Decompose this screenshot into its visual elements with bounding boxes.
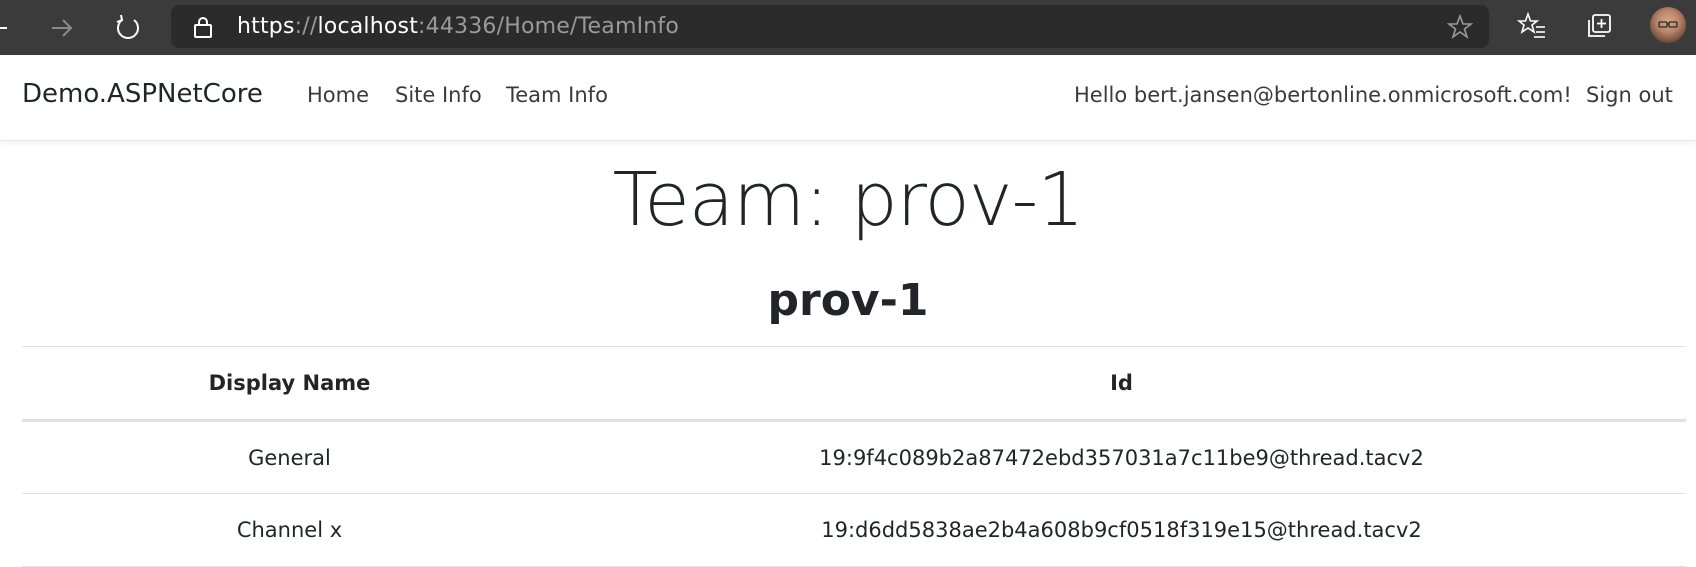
url-path: :44336/Home/TeamInfo [418, 14, 680, 39]
brand-link[interactable]: Demo.ASPNetCore [22, 79, 263, 109]
back-arrow-icon [0, 27, 7, 29]
column-header-display-name: Display Name [22, 346, 557, 422]
nav-link-home[interactable]: Home [307, 83, 369, 107]
forward-arrow-icon [52, 19, 73, 37]
user-greeting: Hello bert.jansen@bertonline.onmicrosoft… [1074, 83, 1572, 107]
main-content: Team: prov-1 prov-1 Display Name Id Gene… [0, 141, 1696, 567]
avatar-face-icon [1658, 21, 1678, 28]
page-title: Team: prov-1 [612, 157, 1085, 243]
collections-icon [1588, 14, 1611, 37]
nav-link-team-info[interactable]: Team Info [506, 83, 608, 107]
favorite-star-icon[interactable] [1447, 14, 1473, 40]
channel-display-name: Channel x [22, 493, 557, 567]
url-scheme: https [237, 14, 295, 39]
forward-button[interactable] [42, 8, 82, 48]
column-header-id: Id [557, 346, 1686, 422]
url-text: https://localhost:44336/Home/TeamInfo [237, 14, 679, 39]
refresh-button[interactable] [108, 8, 148, 48]
back-button[interactable] [0, 8, 18, 48]
sign-out-link[interactable]: Sign out [1586, 83, 1673, 107]
address-bar[interactable]: https://localhost:44336/Home/TeamInfo [171, 5, 1489, 48]
url-separator: :// [294, 14, 318, 39]
favorites-button[interactable] [1516, 10, 1548, 42]
channel-id: 19:d6dd5838ae2b4a608b9cf0518f319e15@thre… [557, 493, 1686, 567]
browser-toolbar: https://localhost:44336/Home/TeamInfo [0, 0, 1696, 55]
channel-display-name: General [22, 420, 557, 494]
table-header-row: Display Name Id [22, 346, 1686, 422]
channels-table: Display Name Id General 19:9f4c089b2a874… [22, 346, 1686, 567]
refresh-icon [116, 14, 139, 39]
lock-icon[interactable] [191, 15, 215, 39]
profile-avatar[interactable] [1650, 7, 1686, 43]
team-name-heading: prov-1 [767, 275, 929, 326]
collections-button[interactable] [1583, 10, 1615, 42]
table-row: General 19:9f4c089b2a87472ebd357031a7c11… [22, 420, 1686, 494]
url-host: localhost [317, 14, 419, 39]
table-row: Channel x 19:d6dd5838ae2b4a608b9cf0518f3… [22, 493, 1686, 567]
nav-link-site-info[interactable]: Site Info [395, 83, 482, 107]
favorites-list-icon [1517, 12, 1545, 38]
channel-id: 19:9f4c089b2a87472ebd357031a7c11be9@thre… [557, 420, 1686, 494]
site-navbar: Demo.ASPNetCore Home Site Info Team Info… [0, 55, 1696, 141]
